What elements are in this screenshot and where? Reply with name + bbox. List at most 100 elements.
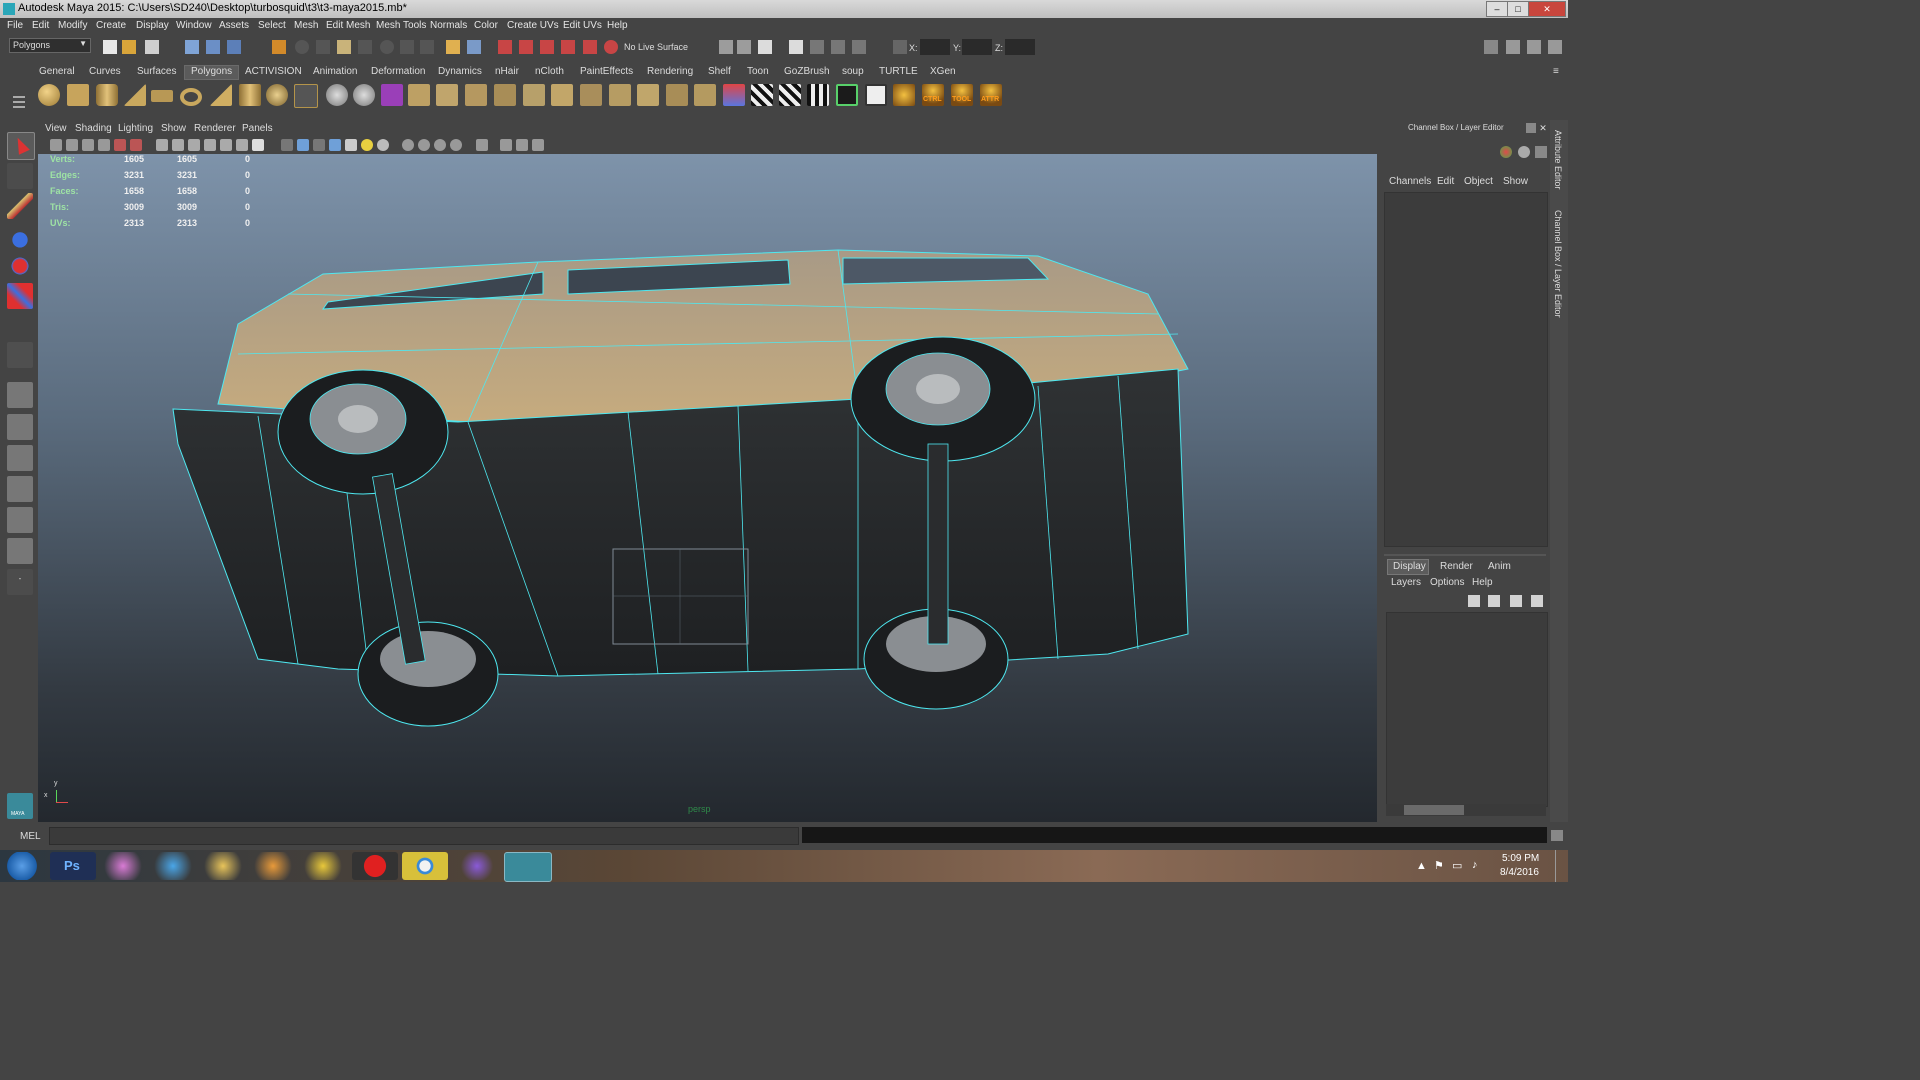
field-chart-icon[interactable] (204, 139, 216, 151)
script-icon[interactable] (893, 84, 915, 106)
viewport-menu-show[interactable]: Show (161, 123, 186, 134)
layout-four-icon[interactable] (7, 414, 33, 440)
viewport-menu-view[interactable]: View (45, 123, 67, 134)
menu-color[interactable]: Color (474, 20, 498, 31)
symmetry-icon[interactable] (532, 139, 544, 151)
viewport-menu-panels[interactable]: Panels (242, 123, 273, 134)
menu-mesh[interactable]: Mesh (294, 20, 318, 31)
append-polygon-icon[interactable] (465, 84, 487, 106)
mirror-icon[interactable] (723, 84, 745, 106)
new-layer-selected-icon[interactable] (1488, 595, 1500, 607)
shelf-tab-polygons[interactable]: Polygons (184, 65, 240, 80)
layer-menu-layers[interactable]: Layers (1391, 577, 1421, 588)
uv-snapshot-icon[interactable] (836, 84, 858, 106)
wireframe-icon[interactable] (252, 139, 264, 151)
soccer-ball-icon[interactable] (294, 84, 318, 108)
texture-icon[interactable] (865, 84, 887, 106)
ipr-render-icon[interactable] (519, 40, 533, 54)
show-desktop-button[interactable] (1555, 850, 1569, 882)
taskbar-explorer[interactable] (200, 852, 246, 880)
select-tool-icon[interactable] (7, 132, 35, 160)
rotate-tool-icon[interactable] (7, 253, 33, 279)
poly-cylinder-icon[interactable] (96, 84, 118, 106)
bridge-icon[interactable] (436, 84, 458, 106)
absolute-icon[interactable] (831, 40, 845, 54)
poly-helix-icon[interactable] (266, 84, 288, 106)
move-tool-icon[interactable] (7, 223, 33, 249)
shelf-tab-surfaces[interactable]: Surfaces (135, 66, 178, 79)
viewport-persp[interactable]: Verts: 1605 1605 0 Edges: 3231 3231 0 Fa… (38, 154, 1377, 822)
merge-icon[interactable] (580, 84, 602, 106)
z-field[interactable] (1005, 39, 1035, 55)
select-hierarchy-icon[interactable] (185, 40, 199, 54)
render-region-icon[interactable] (467, 40, 481, 54)
tray-expand-icon[interactable]: ▲ (1416, 860, 1427, 872)
tool-script-icon[interactable]: TOOL (951, 84, 973, 106)
van-model[interactable] (38, 154, 1377, 822)
lock-icon[interactable] (446, 40, 460, 54)
menu-edit-uvs[interactable]: Edit UVs (563, 20, 602, 31)
insert-edge-loop-icon[interactable] (523, 84, 545, 106)
transform-icon[interactable] (789, 40, 803, 54)
relative-icon[interactable] (810, 40, 824, 54)
close-button[interactable]: ✕ (1528, 1, 1566, 17)
mel-label[interactable]: MEL (20, 831, 41, 842)
hud-icon[interactable] (516, 139, 528, 151)
taskbar-tool[interactable] (300, 852, 346, 880)
start-button[interactable] (2, 852, 42, 880)
poly-cube-icon[interactable] (67, 84, 89, 106)
layout-graph-icon[interactable] (7, 476, 33, 502)
ctrl-script-icon[interactable]: CTRL (922, 84, 944, 106)
shelf-menu-icon[interactable] (13, 66, 25, 114)
isolate-select-icon[interactable] (476, 139, 488, 151)
tab-display[interactable]: Display (1387, 559, 1429, 575)
film-gate-icon[interactable] (156, 139, 168, 151)
channel-settings-icon[interactable] (1535, 146, 1547, 158)
layer-menu-help[interactable]: Help (1472, 577, 1493, 588)
shelf-options-icon[interactable]: ≡ (1553, 66, 1559, 77)
menu-file[interactable]: File (7, 20, 23, 31)
save-scene-icon[interactable] (145, 40, 159, 54)
camera-select-icon[interactable] (50, 139, 62, 151)
live-surface-icon[interactable] (604, 40, 618, 54)
minimize-button[interactable]: – (1486, 1, 1508, 17)
poly-plane-icon[interactable] (151, 90, 173, 102)
open-scene-icon[interactable] (122, 40, 136, 54)
hypershade-icon[interactable] (561, 40, 575, 54)
poly-sphere-icon[interactable] (38, 84, 60, 106)
use-all-lights-icon[interactable] (329, 139, 341, 151)
smooth-icon[interactable] (381, 84, 403, 106)
shelf-tab-curves[interactable]: Curves (87, 66, 123, 79)
taskbar-media[interactable] (250, 852, 296, 880)
snap-settings-icon[interactable] (852, 40, 866, 54)
poly-prism-icon[interactable] (210, 84, 232, 106)
clock-date[interactable]: 8/4/2016 (1500, 867, 1539, 878)
channel-menu-object[interactable]: Object (1464, 176, 1493, 187)
shelf-tab-ncloth[interactable]: nCloth (533, 66, 566, 79)
taskbar-ie[interactable] (150, 852, 196, 880)
bevel-icon[interactable] (609, 84, 631, 106)
anti-aliasing-icon[interactable] (450, 139, 462, 151)
panel-divider[interactable] (1384, 554, 1546, 556)
delete-edge-icon[interactable] (666, 84, 688, 106)
menu-mesh-tools[interactable]: Mesh Tools (376, 20, 426, 31)
select-object-icon[interactable] (206, 40, 220, 54)
render-settings-icon[interactable] (540, 40, 554, 54)
tray-volume-icon[interactable]: ♪ (1472, 859, 1478, 871)
y-field[interactable] (962, 39, 992, 55)
close-panel-icon[interactable]: ✕ (1538, 123, 1548, 133)
shelf-tab-deformation[interactable]: Deformation (369, 66, 427, 79)
paint-select-icon[interactable] (7, 193, 33, 219)
taskbar-photoshop[interactable]: Ps (50, 852, 96, 880)
xray-active-icon[interactable] (500, 139, 512, 151)
textured-icon[interactable] (313, 139, 325, 151)
shelf-tab-activision[interactable]: ACTIVISION (243, 66, 304, 79)
tray-flag-icon[interactable]: ⚑ (1434, 859, 1444, 872)
snap-live-icon[interactable] (380, 40, 394, 54)
scale-tool-icon[interactable] (7, 283, 33, 309)
tab-channel-box[interactable]: Channel Box / Layer Editor (1553, 210, 1563, 318)
camera-attributes-icon[interactable] (66, 139, 78, 151)
select-component-icon[interactable] (227, 40, 241, 54)
shelf-tab-animation[interactable]: Animation (311, 66, 359, 79)
gate-mask-icon[interactable] (188, 139, 200, 151)
